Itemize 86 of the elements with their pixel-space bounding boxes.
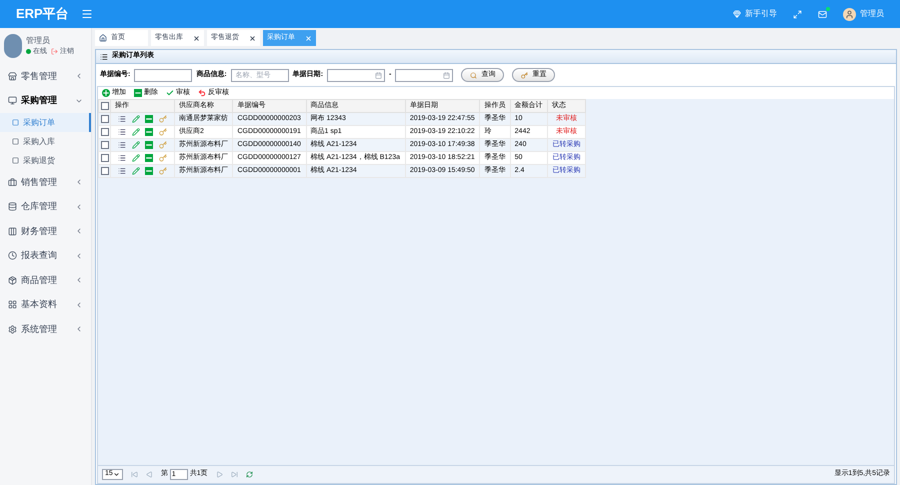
list-icon[interactable] bbox=[118, 167, 126, 175]
avatar-icon bbox=[843, 8, 856, 20]
checkbox[interactable] bbox=[100, 141, 108, 149]
date-field[interactable] bbox=[395, 68, 454, 82]
key-icon[interactable] bbox=[159, 115, 168, 123]
chevron-icon bbox=[75, 72, 83, 80]
app-logo: ERP平台 bbox=[16, 5, 69, 24]
pencil-icon[interactable] bbox=[132, 115, 140, 123]
search-field[interactable] bbox=[134, 68, 192, 82]
home-icon bbox=[99, 34, 107, 42]
next-page-icon[interactable] bbox=[216, 471, 223, 478]
group-icon bbox=[8, 96, 17, 106]
checkbox[interactable] bbox=[100, 115, 108, 123]
minus-icon[interactable] bbox=[145, 141, 154, 149]
sidebar-item[interactable]: 采购退货 bbox=[0, 151, 91, 170]
page-icon bbox=[12, 157, 19, 164]
list-icon bbox=[100, 52, 108, 60]
key-icon[interactable] bbox=[159, 128, 168, 136]
calendar-icon bbox=[443, 72, 450, 78]
key-icon bbox=[521, 72, 528, 78]
refresh-icon[interactable] bbox=[246, 471, 253, 478]
sidebar-group[interactable]: 商品管理 bbox=[0, 268, 91, 292]
pencil-icon[interactable] bbox=[132, 128, 140, 136]
diamond-icon bbox=[733, 10, 741, 18]
group-icon bbox=[8, 226, 17, 236]
group-icon bbox=[8, 202, 17, 212]
logout-icon bbox=[51, 48, 58, 55]
chevron-icon bbox=[75, 227, 83, 236]
page-icon bbox=[12, 138, 19, 145]
checkbox[interactable] bbox=[100, 128, 108, 136]
sidebar-item[interactable]: 采购入库 bbox=[0, 132, 91, 151]
group-icon bbox=[8, 300, 17, 310]
checkbox[interactable] bbox=[100, 167, 108, 175]
pencil-icon[interactable] bbox=[132, 154, 140, 162]
calendar-icon bbox=[375, 72, 382, 78]
chevron-icon bbox=[75, 252, 83, 260]
group-icon bbox=[8, 251, 17, 260]
sidebar-group[interactable]: 零售管理 bbox=[0, 64, 91, 88]
last-page-icon[interactable] bbox=[230, 471, 238, 478]
first-page-icon[interactable] bbox=[130, 471, 138, 478]
sidebar-group[interactable]: 仓库管理 bbox=[0, 194, 91, 219]
group-icon bbox=[8, 276, 17, 285]
previous-page-icon[interactable] bbox=[146, 471, 153, 478]
pencil-icon[interactable] bbox=[132, 141, 140, 149]
fullscreen-icon[interactable] bbox=[793, 10, 802, 18]
page-icon bbox=[12, 119, 19, 126]
date-field[interactable] bbox=[327, 68, 386, 82]
undo-icon bbox=[198, 89, 206, 97]
group-icon bbox=[8, 72, 17, 81]
check-icon bbox=[166, 89, 174, 97]
key-icon[interactable] bbox=[159, 167, 168, 175]
sidebar-group[interactable]: 系统管理 bbox=[0, 317, 91, 342]
list-icon[interactable] bbox=[118, 128, 126, 136]
search-icon bbox=[470, 72, 478, 78]
menu-icon[interactable] bbox=[80, 8, 93, 20]
minus-icon[interactable] bbox=[145, 167, 154, 175]
checkbox[interactable] bbox=[100, 102, 108, 110]
chevron-icon bbox=[75, 178, 83, 186]
minus-icon[interactable] bbox=[145, 154, 154, 162]
chevron-icon bbox=[112, 471, 120, 478]
chevron-icon bbox=[75, 202, 83, 211]
chevron-icon bbox=[75, 276, 83, 284]
sidebar-group[interactable]: 采购管理 bbox=[0, 88, 91, 113]
pencil-icon[interactable] bbox=[132, 167, 140, 175]
list-icon[interactable] bbox=[118, 115, 126, 123]
chevron-icon bbox=[75, 300, 83, 309]
list-icon[interactable] bbox=[118, 154, 126, 162]
sidebar-group[interactable]: 基本资料 bbox=[0, 292, 91, 317]
user-name: 管理员 bbox=[26, 35, 51, 46]
mail-icon[interactable] bbox=[818, 10, 827, 18]
key-icon[interactable] bbox=[159, 141, 168, 149]
sidebar-group[interactable]: 销售管理 bbox=[0, 170, 91, 194]
chevron-icon bbox=[75, 325, 83, 334]
group-icon bbox=[8, 178, 17, 187]
sidebar-group[interactable]: 财务管理 bbox=[0, 219, 91, 244]
close-icon[interactable] bbox=[249, 34, 256, 42]
minus-icon[interactable] bbox=[145, 115, 154, 123]
key-icon[interactable] bbox=[159, 154, 168, 162]
list-icon[interactable] bbox=[118, 141, 126, 149]
sidebar-item[interactable]: 采购订单 bbox=[0, 113, 91, 132]
group-icon bbox=[8, 324, 17, 334]
sidebar-group[interactable]: 报表查询 bbox=[0, 244, 91, 268]
checkbox[interactable] bbox=[100, 154, 108, 162]
minus-icon[interactable] bbox=[145, 128, 154, 136]
avatar-icon bbox=[4, 34, 22, 58]
close-icon[interactable] bbox=[193, 34, 200, 42]
